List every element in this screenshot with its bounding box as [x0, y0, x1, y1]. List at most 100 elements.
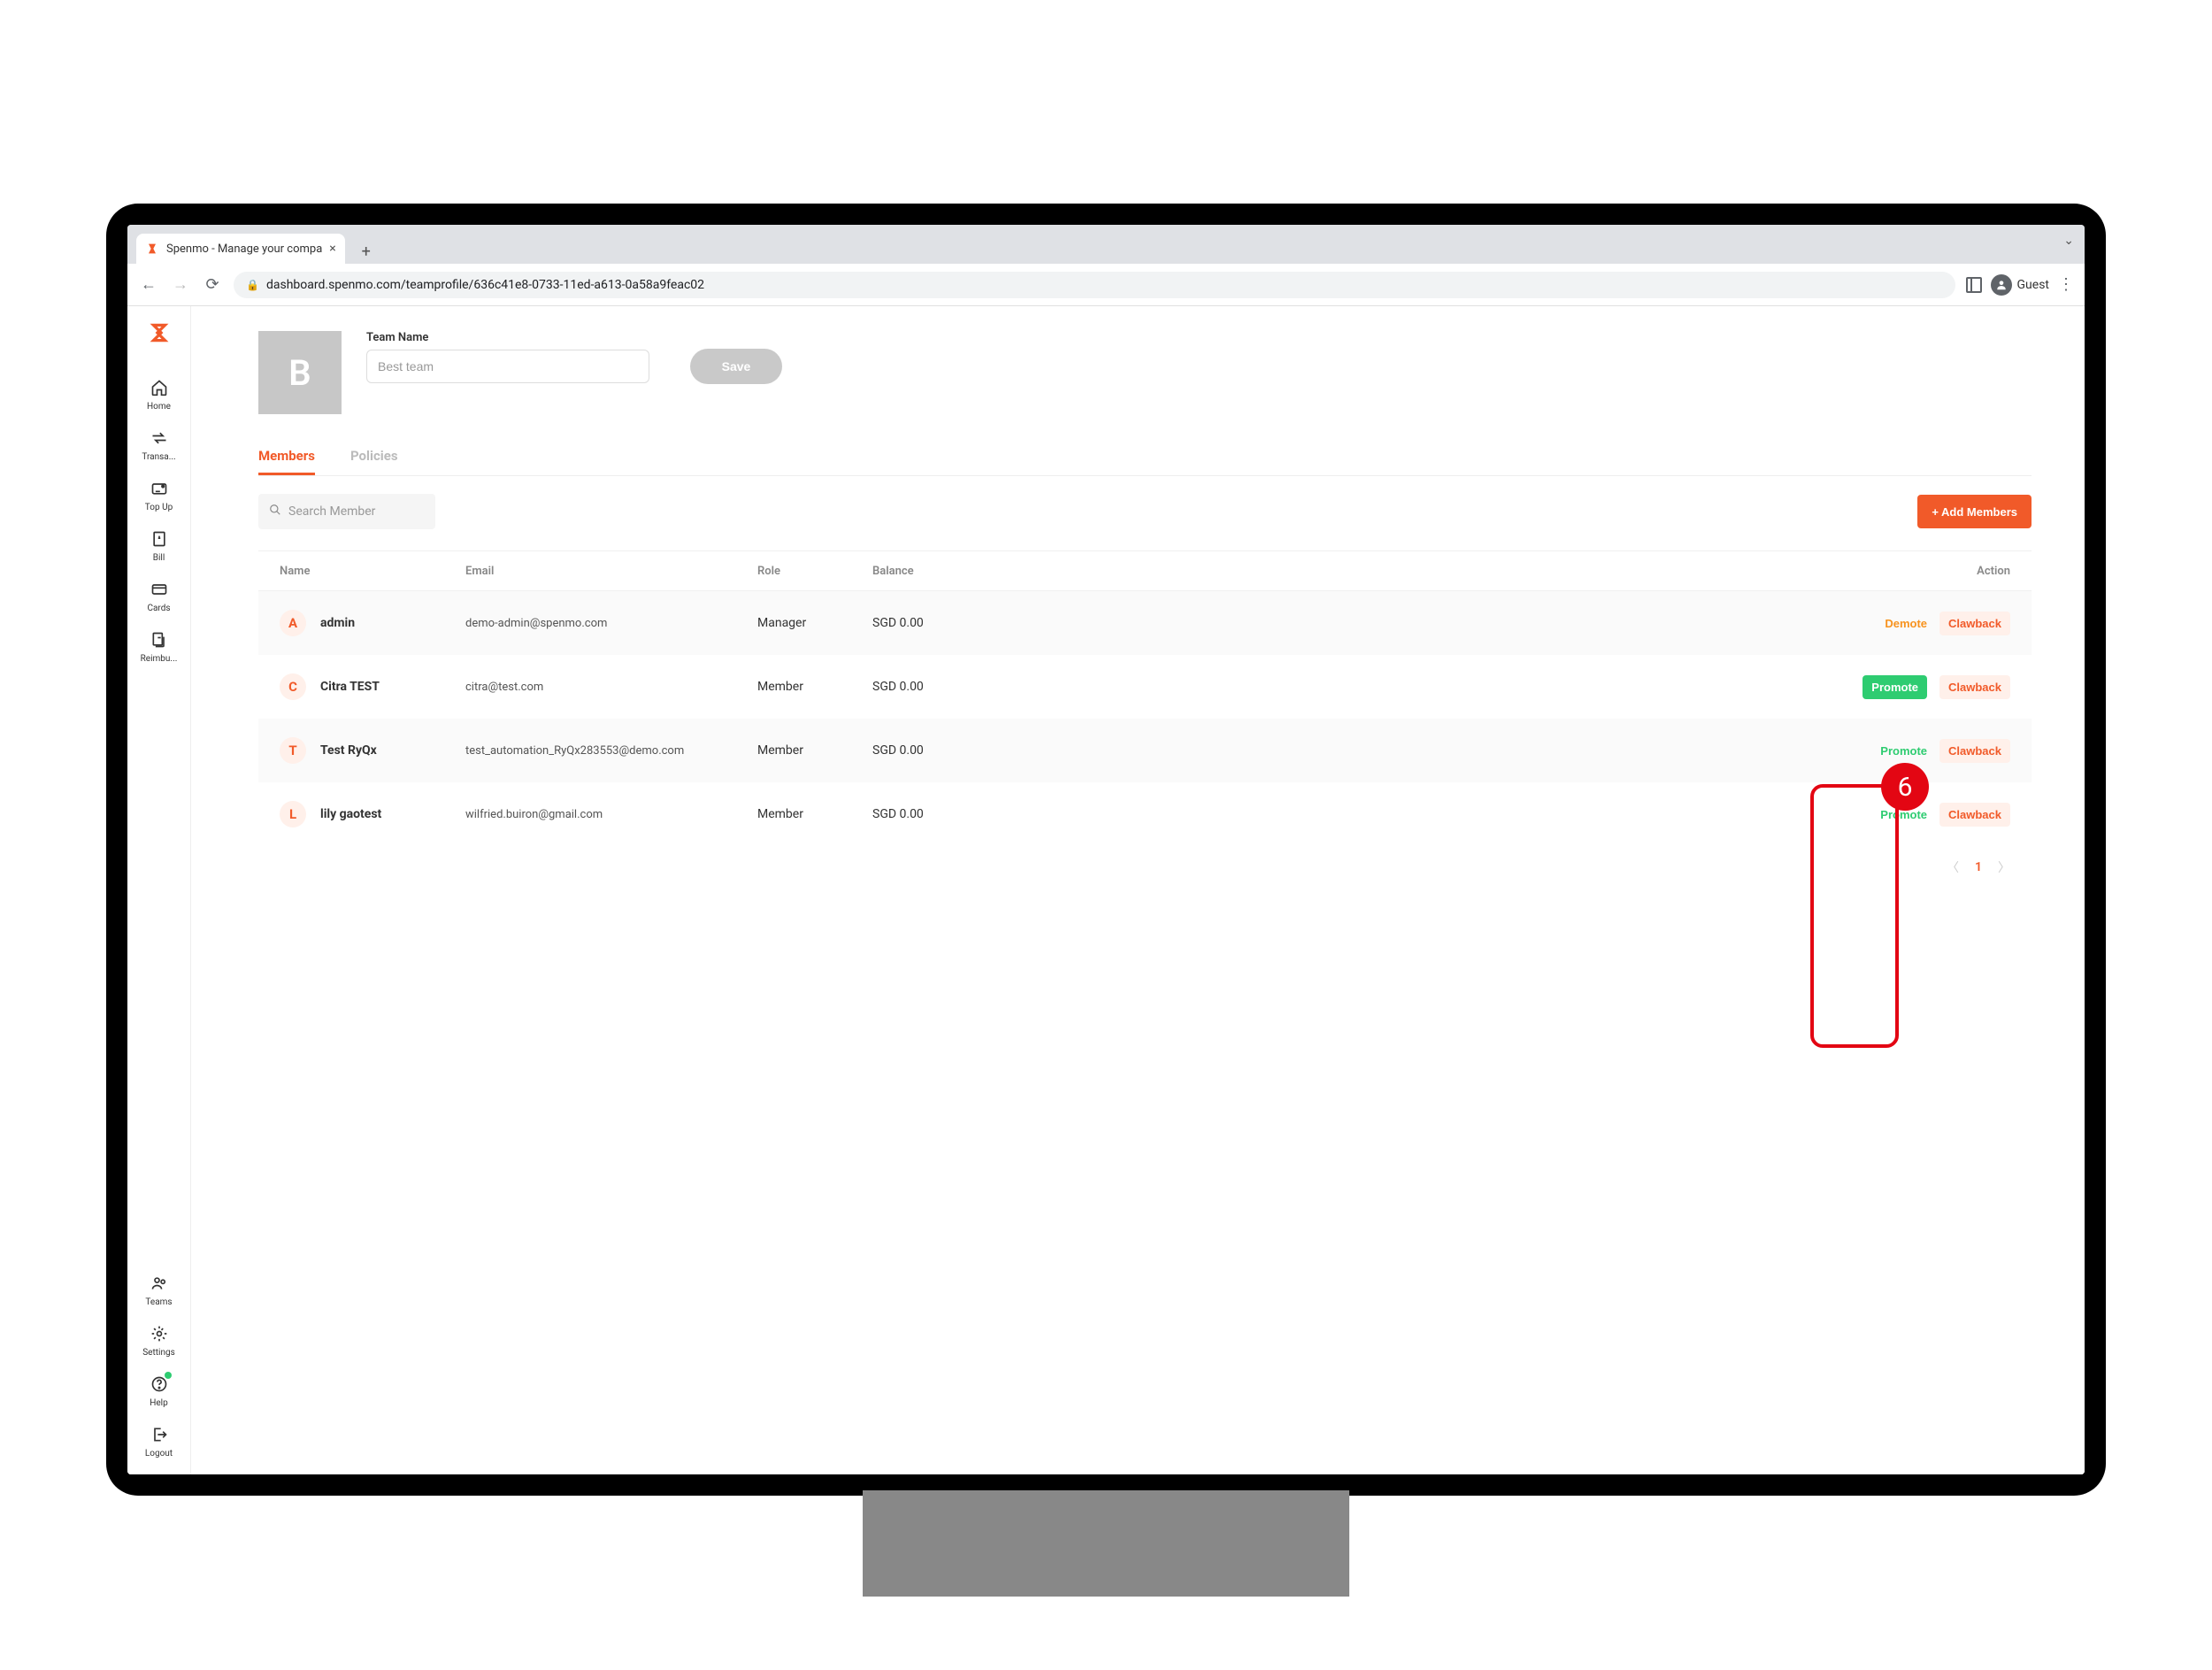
- sidebar-item-bill[interactable]: Bill: [133, 521, 186, 570]
- team-avatar: B: [258, 331, 342, 414]
- clawback-button[interactable]: Clawback: [1939, 739, 2010, 763]
- logout-icon: [149, 1424, 170, 1445]
- page-next[interactable]: 〉: [1998, 858, 2010, 876]
- member-avatar: L: [280, 801, 306, 827]
- sidebar-item-transactions[interactable]: Transa...: [133, 420, 186, 469]
- member-name: Test RyQx: [320, 743, 377, 758]
- settings-icon: [149, 1323, 170, 1344]
- page-prev[interactable]: 〈: [1947, 858, 1959, 876]
- clawback-button[interactable]: Clawback: [1939, 612, 2010, 635]
- sidebar-item-label: Transa...: [142, 452, 175, 462]
- member-balance: SGD 0.00: [872, 743, 1041, 758]
- promote-button[interactable]: Promote: [1880, 744, 1927, 758]
- table-row: T Test RyQx test_automation_RyQx283553@dem…: [258, 719, 2032, 782]
- bill-icon: [149, 528, 170, 550]
- teams-icon: [149, 1273, 170, 1294]
- sidebar-item-reimbursements[interactable]: Reimbu...: [133, 622, 186, 671]
- back-button[interactable]: ←: [138, 274, 159, 296]
- url-text: dashboard.spenmo.com/teamprofile/636c41e…: [266, 278, 704, 292]
- sidebar-item-logout[interactable]: Logout: [133, 1417, 186, 1466]
- monitor-stand: [863, 1490, 1349, 1597]
- search-icon: [269, 504, 281, 519]
- member-email: demo-admin@spenmo.com: [465, 617, 757, 630]
- member-avatar: C: [280, 673, 306, 700]
- app-root: Home Transa... Top Up Bill Cards Reimbu... Te…: [127, 306, 2085, 1474]
- sidebar-item-label: Help: [150, 1398, 167, 1408]
- transactions-icon: [149, 427, 170, 449]
- screen: Spenmo - Manage your compa × + ⌄ ← → ⟳ 🔒…: [127, 225, 2085, 1474]
- col-action: Action: [1041, 565, 2010, 578]
- forward-button[interactable]: →: [170, 274, 191, 296]
- member-balance: SGD 0.00: [872, 616, 1041, 630]
- tabs: Members Policies: [258, 439, 2032, 476]
- table-row: Aadmindemo-admin@spenmo.comManagerSGD 0.…: [258, 591, 2032, 655]
- tab-policies[interactable]: Policies: [350, 439, 398, 475]
- monitor-frame: Spenmo - Manage your compa × + ⌄ ← → ⟳ 🔒…: [106, 204, 2106, 1496]
- new-tab-button[interactable]: +: [354, 239, 379, 264]
- search-placeholder: Search Member: [288, 504, 375, 519]
- demote-button[interactable]: Demote: [1885, 617, 1927, 630]
- save-button[interactable]: Save: [690, 349, 782, 384]
- browser-toolbar: ← → ⟳ 🔒 dashboard.spenmo.com/teamprofile…: [127, 264, 2085, 306]
- member-role: Member: [757, 680, 872, 694]
- guest-label: Guest: [2017, 278, 2049, 292]
- member-avatar: T: [280, 737, 306, 764]
- col-role: Role: [757, 565, 872, 578]
- sidebar-item-label: Home: [147, 402, 171, 412]
- profile-chip[interactable]: Guest: [1991, 274, 2049, 296]
- panel-icon[interactable]: [1966, 277, 1982, 293]
- member-email: citra@test.com: [465, 681, 757, 694]
- team-avatar-letter: B: [288, 352, 311, 394]
- reload-button[interactable]: ⟳: [202, 274, 223, 296]
- search-input[interactable]: Search Member: [258, 494, 435, 529]
- member-role: Member: [757, 743, 872, 758]
- sidebar-item-cards[interactable]: Cards: [133, 572, 186, 620]
- col-name: Name: [280, 565, 465, 578]
- browser-menu-icon[interactable]: ⋮: [2058, 275, 2074, 294]
- team-header: B Team Name Save: [258, 331, 2032, 414]
- topup-icon: [149, 478, 170, 499]
- sidebar-item-label: Logout: [145, 1449, 173, 1458]
- col-balance: Balance: [872, 565, 1041, 578]
- table-row: C Citra TEST citra@test.comMemberSGD 0.00 P…: [258, 655, 2032, 719]
- table-header: Name Email Role Balance Action: [258, 550, 2032, 591]
- tab-title: Spenmo - Manage your compa: [166, 242, 322, 256]
- sidebar-item-label: Bill: [153, 553, 165, 563]
- sidebar-item-label: Teams: [145, 1297, 172, 1307]
- add-members-button[interactable]: + Add Members: [1917, 495, 2032, 528]
- home-icon: [149, 377, 170, 398]
- sidebar-item-teams[interactable]: Teams: [133, 1266, 186, 1314]
- promote-button[interactable]: Promote: [1863, 675, 1927, 699]
- sidebar-item-label: Reimbu...: [141, 654, 178, 664]
- member-balance: SGD 0.00: [872, 807, 1041, 821]
- tab-members[interactable]: Members: [258, 439, 315, 475]
- sidebar: Home Transa... Top Up Bill Cards Reimbu... Te…: [127, 306, 191, 1474]
- window-menu-icon[interactable]: ⌄: [2063, 234, 2074, 248]
- clawback-button[interactable]: Clawback: [1939, 803, 2010, 827]
- members-table: Name Email Role Balance Action Aadmindem…: [258, 550, 2032, 846]
- sidebar-item-topup[interactable]: Top Up: [133, 471, 186, 519]
- col-email: Email: [465, 565, 757, 578]
- sidebar-item-home[interactable]: Home: [133, 370, 186, 419]
- address-bar[interactable]: 🔒 dashboard.spenmo.com/teamprofile/636c4…: [234, 272, 1955, 298]
- team-name-input[interactable]: [366, 350, 649, 383]
- browser-tab-strip: Spenmo - Manage your compa × + ⌄: [127, 225, 2085, 264]
- member-role: Manager: [757, 616, 872, 630]
- promote-button[interactable]: Promote: [1880, 808, 1927, 821]
- member-email: test_automation_RyQx283553@demo.com: [465, 744, 757, 758]
- browser-tab[interactable]: Spenmo - Manage your compa ×: [136, 234, 345, 264]
- sidebar-item-label: Cards: [147, 604, 170, 613]
- member-name: lily gaotest: [320, 807, 381, 821]
- avatar-icon: [1991, 274, 2012, 296]
- page-current[interactable]: 1: [1975, 860, 1982, 874]
- member-name: Citra TEST: [320, 680, 380, 694]
- close-icon[interactable]: ×: [329, 242, 335, 256]
- member-balance: SGD 0.00: [872, 680, 1041, 694]
- reimbursements-icon: [149, 629, 170, 650]
- app-logo[interactable]: [145, 319, 173, 347]
- clawback-button[interactable]: Clawback: [1939, 675, 2010, 699]
- member-email: wilfried.buiron@gmail.com: [465, 808, 757, 821]
- sidebar-item-settings[interactable]: Settings: [133, 1316, 186, 1365]
- help-icon: [149, 1374, 170, 1395]
- sidebar-item-help[interactable]: Help: [133, 1366, 186, 1415]
